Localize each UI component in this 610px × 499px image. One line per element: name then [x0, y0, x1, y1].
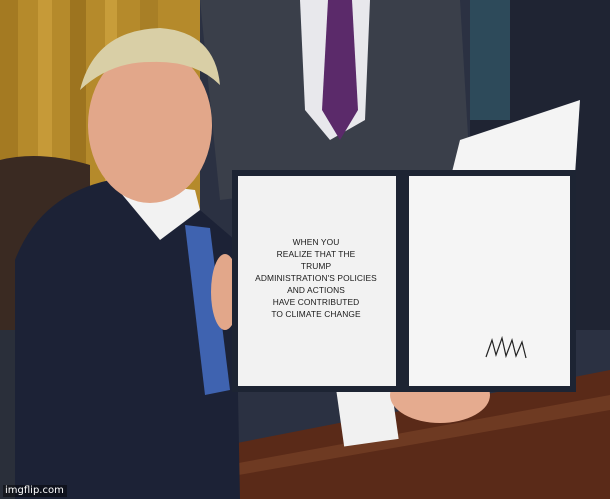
caption-line: WHEN YOU: [292, 237, 340, 247]
caption-line: TRUMP: [300, 261, 332, 271]
caption-line: AND ACTIONS: [287, 285, 345, 295]
caption-line: REALIZE THAT THE: [276, 249, 356, 259]
caption-line: ADMINISTRATION'S POLICIES: [255, 273, 377, 283]
right-page: [409, 176, 570, 386]
caption-line: TO CLIMATE CHANGE: [271, 309, 361, 319]
imgflip-watermark: imgflip.com: [3, 485, 67, 497]
meme-scene: WHEN YOU REALIZE THAT THE TRUMP ADMINIST…: [0, 0, 610, 499]
caption-line: HAVE CONTRIBUTED: [272, 297, 360, 307]
meme-caption: WHEN YOU REALIZE THAT THE TRUMP ADMINIST…: [250, 236, 382, 320]
